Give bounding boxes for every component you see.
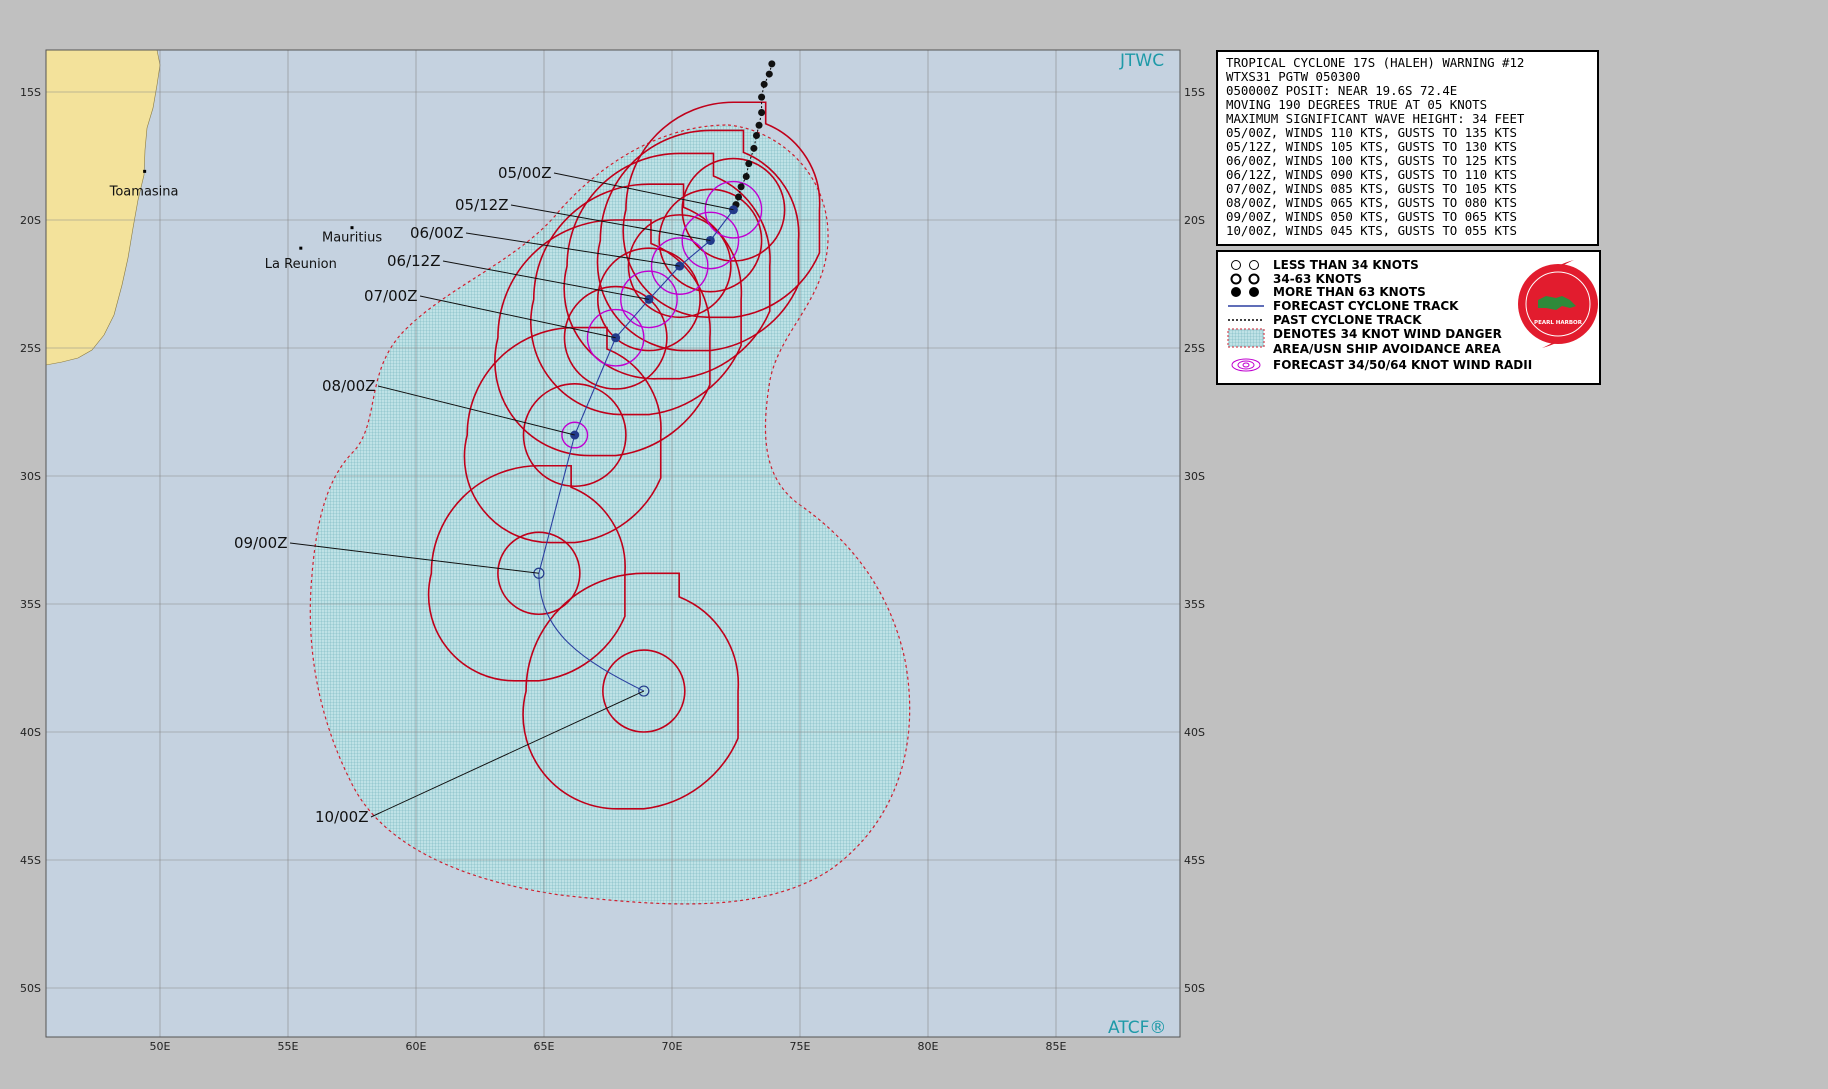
past-position-marker	[758, 93, 766, 101]
lat-label-left: 40S	[20, 726, 41, 739]
past-position-marker	[745, 160, 753, 168]
past-position-marker	[735, 193, 743, 201]
jtwc-seal-icon: PEARL HARBOR	[1518, 260, 1598, 348]
forecast-time-label: 05/00Z	[498, 164, 552, 182]
legend-item: LESS THAN 34 KNOTS	[1273, 258, 1419, 272]
lat-label-right: 35S	[1184, 598, 1205, 611]
warning-line: WTXS31 PGTW 050300	[1226, 69, 1361, 84]
lon-label: 65E	[534, 1040, 555, 1053]
past-position-marker	[755, 121, 763, 129]
legend: LESS THAN 34 KNOTS 34-63 KNOTS MORE THAN 6…	[1216, 250, 1601, 385]
legend-item: FORECAST 34/50/64 KNOT WIND RADII	[1273, 358, 1533, 372]
place-marker	[350, 226, 354, 230]
past-position-marker	[750, 144, 758, 152]
lon-label: 75E	[790, 1040, 811, 1053]
lat-label-left: 20S	[20, 214, 41, 227]
cyclone-half-icon	[1230, 273, 1260, 285]
lat-label-left: 15S	[20, 86, 41, 99]
legend-item: AREA/USN SHIP AVOIDANCE AREA	[1273, 342, 1501, 356]
legend-item: MORE THAN 63 KNOTS	[1273, 285, 1426, 299]
footer-label: ATCF®	[1108, 1018, 1166, 1038]
agency-label: JTWC	[1119, 51, 1164, 71]
past-position-marker	[752, 132, 760, 140]
warning-line: 09/00Z, WINDS 050 KTS, GUSTS TO 065 KTS	[1226, 209, 1517, 224]
forecast-time-label: 06/12Z	[387, 252, 441, 270]
lon-label: 60E	[406, 1040, 427, 1053]
past-position-marker	[765, 70, 773, 78]
legend-item: FORECAST CYCLONE TRACK	[1273, 299, 1459, 313]
lat-label-left: 25S	[20, 342, 41, 355]
forecast-time-label: 08/00Z	[322, 377, 376, 395]
lat-label-right: 15S	[1184, 86, 1205, 99]
place-label: Toamasina	[109, 184, 179, 199]
lon-label: 70E	[662, 1040, 683, 1053]
legend-item: PAST CYCLONE TRACK	[1273, 313, 1422, 327]
warning-line: 06/12Z, WINDS 090 KTS, GUSTS TO 110 KTS	[1226, 167, 1517, 182]
lat-label-right: 20S	[1184, 214, 1205, 227]
wind-radii-icon	[1231, 358, 1261, 372]
warning-line: 08/00Z, WINDS 065 KTS, GUSTS TO 080 KTS	[1226, 195, 1517, 210]
solid-line-icon	[1228, 305, 1264, 307]
legend-item: DENOTES 34 KNOT WIND DANGER	[1273, 327, 1502, 341]
place-marker	[299, 246, 303, 250]
lat-label-right: 40S	[1184, 726, 1205, 739]
cyclone-filled-icon	[1231, 287, 1259, 297]
warning-line: MAXIMUM SIGNIFICANT WAVE HEIGHT: 34 FEET	[1226, 111, 1525, 126]
warning-line: TROPICAL CYCLONE 17S (HALEH) WARNING #12	[1226, 55, 1525, 70]
forecast-time-label: 10/00Z	[315, 808, 369, 826]
lat-label-right: 45S	[1184, 854, 1205, 867]
warning-line: 050000Z POSIT: NEAR 19.6S 72.4E	[1226, 83, 1458, 98]
cyclone-open-icon	[1231, 260, 1259, 270]
past-position-marker	[742, 172, 750, 180]
warning-line: MOVING 190 DEGREES TRUE AT 05 KNOTS	[1226, 97, 1488, 112]
past-position-marker	[768, 60, 776, 68]
lat-label-right: 50S	[1184, 982, 1205, 995]
lat-label-right: 30S	[1184, 470, 1205, 483]
lon-label: 55E	[278, 1040, 299, 1053]
forecast-time-label: 06/00Z	[410, 224, 464, 242]
past-position-marker	[760, 80, 768, 88]
forecast-time-label: 07/00Z	[364, 287, 418, 305]
dotted-line-icon	[1228, 319, 1264, 321]
lat-label-left: 30S	[20, 470, 41, 483]
lat-label-left: 50S	[20, 982, 41, 995]
warning-line: 10/00Z, WINDS 045 KTS, GUSTS TO 055 KTS	[1226, 223, 1517, 238]
forecast-time-label: 09/00Z	[234, 534, 288, 552]
lat-label-right: 25S	[1184, 342, 1205, 355]
warning-line: 07/00Z, WINDS 085 KTS, GUSTS TO 105 KTS	[1226, 181, 1517, 196]
warning-text-box: TROPICAL CYCLONE 17S (HALEH) WARNING #12…	[1216, 50, 1599, 246]
place-label: Mauritius	[322, 231, 382, 246]
warning-line: 06/00Z, WINDS 100 KTS, GUSTS TO 125 KTS	[1226, 153, 1517, 168]
warning-line: 05/12Z, WINDS 105 KTS, GUSTS TO 130 KTS	[1226, 139, 1517, 154]
warning-line: 05/00Z, WINDS 110 KTS, GUSTS TO 135 KTS	[1226, 125, 1517, 140]
lat-label-left: 35S	[20, 598, 41, 611]
past-position-marker	[758, 108, 766, 116]
place-label: La Reunion	[265, 257, 337, 272]
forecast-time-label: 05/12Z	[455, 196, 509, 214]
lon-label: 50E	[150, 1040, 171, 1053]
seal-text: PEARL HARBOR	[1534, 320, 1583, 326]
lat-label-left: 45S	[20, 854, 41, 867]
legend-item: 34-63 KNOTS	[1273, 272, 1362, 286]
hatched-area-icon	[1227, 328, 1265, 348]
past-position-marker	[737, 183, 745, 191]
lon-label: 85E	[1046, 1040, 1067, 1053]
lon-label: 80E	[918, 1040, 939, 1053]
place-marker	[143, 169, 147, 173]
